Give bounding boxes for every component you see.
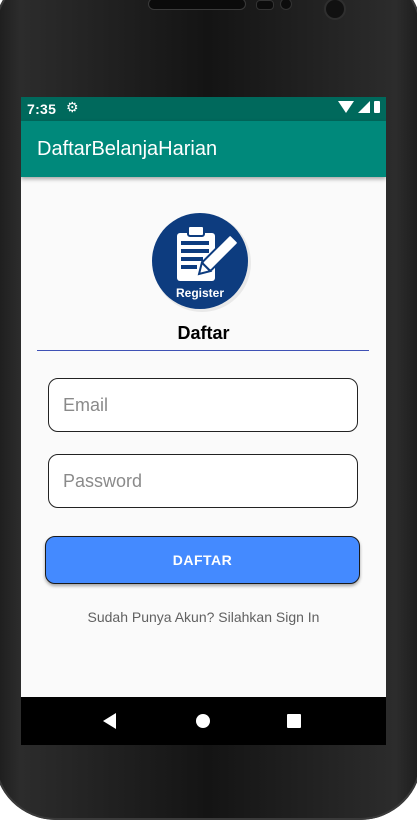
gear-icon: ⚙ — [66, 99, 79, 115]
speaker-grille — [148, 0, 246, 10]
email-input[interactable] — [49, 394, 357, 416]
app-bar: DaftarBelanjaHarian — [21, 121, 386, 177]
title-divider — [37, 350, 369, 351]
wifi-icon — [338, 101, 354, 113]
home-icon[interactable] — [196, 714, 210, 728]
status-icons — [338, 101, 380, 113]
device-screen: 7:35 ⚙ DaftarBelanjaHarian Register Daft… — [21, 97, 386, 745]
clipboard-pen-icon: Register — [152, 213, 251, 312]
register-logo: Register — [152, 213, 252, 313]
app-title: DaftarBelanjaHarian — [37, 138, 218, 160]
proximity-sensor — [256, 0, 274, 10]
daftar-button[interactable]: DAFTAR — [45, 536, 360, 584]
light-sensor — [280, 0, 292, 10]
signin-link[interactable]: Sudah Punya Akun? Silahkan Sign In — [21, 609, 386, 625]
password-input[interactable] — [49, 470, 357, 492]
back-icon[interactable] — [103, 713, 116, 729]
status-time: 7:35 — [27, 101, 57, 117]
email-field[interactable] — [48, 378, 358, 432]
password-field[interactable] — [48, 454, 358, 508]
page-title: Daftar — [177, 323, 230, 343]
status-bar: 7:35 ⚙ — [21, 97, 386, 121]
navigation-bar — [21, 697, 386, 745]
battery-icon — [374, 101, 380, 113]
signal-icon — [358, 101, 370, 113]
front-camera — [324, 0, 346, 20]
logo-label: Register — [176, 286, 224, 300]
recents-icon[interactable] — [287, 714, 301, 728]
